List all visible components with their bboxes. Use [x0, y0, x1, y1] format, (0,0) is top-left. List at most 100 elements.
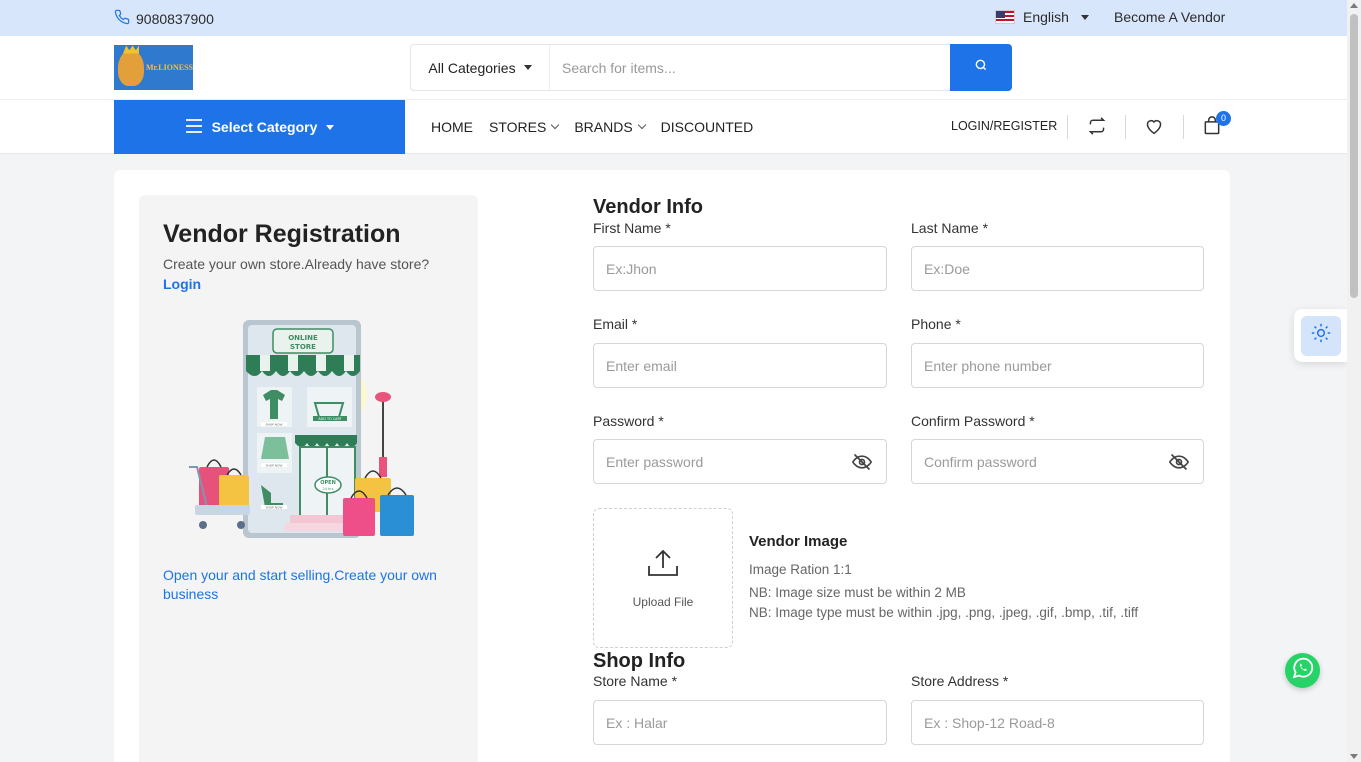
- header: Mr.LIONESS All Categories: [0, 36, 1347, 100]
- upload-file-label: Upload File: [632, 594, 694, 609]
- language-selector[interactable]: English: [995, 9, 1089, 25]
- nav-divider: [1125, 115, 1126, 139]
- language-label: English: [1023, 9, 1069, 25]
- store-address-field: [911, 700, 1204, 745]
- confirm-password-label: Confirm Password *: [911, 413, 1035, 429]
- caret-down-icon: [1080, 14, 1089, 20]
- search-input[interactable]: [550, 45, 950, 90]
- email-input[interactable]: [594, 344, 886, 387]
- scroll-up-arrow-icon[interactable]: [1350, 3, 1358, 8]
- phone-field: [911, 343, 1204, 388]
- page-scrollbar[interactable]: [1347, 0, 1361, 762]
- site-logo[interactable]: Mr.LIONESS: [114, 45, 193, 90]
- us-flag-icon: [995, 10, 1015, 24]
- chevron-down-icon: [551, 120, 560, 130]
- top-bar: 9080837900 English Become A Vendor: [0, 0, 1347, 36]
- sun-icon: [1311, 323, 1331, 348]
- page-subtitle: Create your own store.Already have store…: [163, 256, 430, 272]
- vendor-image-type-note: NB: Image type must be within .jpg, .png…: [749, 605, 1139, 620]
- panel-footer-text[interactable]: Open your and start selling.Create your …: [163, 566, 463, 604]
- nav-brands-label: BRANDS: [574, 119, 633, 135]
- caret-down-icon: [326, 124, 335, 130]
- illus-store-sign-1: ONLINE: [288, 334, 318, 342]
- store-name-input[interactable]: [594, 701, 886, 744]
- main-nav: Select Category HOME STORES BRANDS DISCO…: [0, 100, 1347, 154]
- vendor-image-title: Vendor Image: [749, 533, 848, 550]
- nav-divider: [1067, 115, 1068, 139]
- store-address-input[interactable]: [912, 701, 1203, 744]
- lioness-logo-icon: [118, 49, 144, 86]
- cart-count-badge: 0: [1216, 111, 1231, 126]
- password-input[interactable]: [594, 440, 886, 483]
- search-icon: [974, 58, 988, 77]
- login-register-link[interactable]: LOGIN/REGISTER: [951, 119, 1057, 133]
- illus-add-to-cart: ADD TO CART: [318, 417, 342, 421]
- become-vendor-link[interactable]: Become A Vendor: [1114, 9, 1225, 25]
- phone-icon: [114, 9, 130, 28]
- vendor-image-upload[interactable]: Upload File: [593, 508, 733, 648]
- illus-shop-now-1: SHOP NOW: [266, 423, 283, 427]
- select-category-label: Select Category: [211, 119, 318, 135]
- select-category-button[interactable]: Select Category: [114, 100, 405, 154]
- vendor-info-title: Vendor Info: [593, 196, 703, 218]
- illus-store-sign-2: STORE: [290, 343, 316, 351]
- illus-shop-now-3: SHOP NOW: [266, 506, 283, 510]
- store-address-label: Store Address *: [911, 673, 1009, 689]
- phone-number: 9080837900: [136, 10, 214, 27]
- nav-home[interactable]: HOME: [431, 119, 473, 135]
- nav-stores[interactable]: STORES: [489, 119, 560, 135]
- whatsapp-icon: [1291, 656, 1315, 685]
- nav-discounted[interactable]: DISCOUNTED: [661, 119, 754, 135]
- email-label: Email *: [593, 316, 638, 332]
- last-name-input[interactable]: [912, 247, 1203, 290]
- phone-label: Phone *: [911, 316, 961, 332]
- page-title: Vendor Registration: [163, 220, 401, 248]
- heart-icon[interactable]: [1143, 115, 1165, 137]
- nav-divider: [1183, 115, 1184, 139]
- category-dropdown-label: All Categories: [428, 59, 516, 76]
- caret-down-icon: [523, 65, 532, 70]
- confirm-password-input[interactable]: [912, 440, 1203, 483]
- vendor-image-size-note: NB: Image size must be within 2 MB: [749, 585, 966, 600]
- eye-off-icon[interactable]: [1168, 453, 1190, 471]
- eye-off-icon[interactable]: [851, 453, 873, 471]
- logo-text: Mr.LIONESS: [145, 63, 193, 72]
- illus-shop-now-2: SHOP NOW: [266, 464, 283, 468]
- email-field: [593, 343, 887, 388]
- last-name-field: [911, 246, 1204, 291]
- vendor-image-ratio: Image Ration 1:1: [749, 562, 852, 577]
- password-field: [593, 439, 887, 484]
- scrollbar-thumb[interactable]: [1350, 14, 1358, 298]
- nav-stores-label: STORES: [489, 119, 547, 135]
- upload-icon: [646, 548, 680, 583]
- illus-open-sign-1: OPEN: [320, 480, 336, 486]
- first-name-label: First Name *: [593, 220, 671, 236]
- login-link[interactable]: Login: [163, 276, 201, 292]
- phone-contact[interactable]: 9080837900: [114, 9, 214, 28]
- store-name-label: Store Name *: [593, 673, 678, 689]
- first-name-input[interactable]: [594, 247, 886, 290]
- nav-discounted-label: DISCOUNTED: [660, 119, 754, 135]
- theme-toggle-inner: [1300, 315, 1341, 356]
- scroll-down-arrow-icon[interactable]: [1350, 754, 1358, 759]
- store-name-field: [593, 700, 887, 745]
- search-bar: All Categories: [410, 44, 1012, 91]
- nav-brands[interactable]: BRANDS: [574, 119, 646, 135]
- confirm-password-field: [911, 439, 1204, 484]
- theme-toggle[interactable]: [1294, 309, 1347, 362]
- password-label: Password *: [593, 413, 664, 429]
- phone-input[interactable]: [912, 344, 1203, 387]
- search-button[interactable]: [950, 44, 1012, 91]
- category-dropdown[interactable]: All Categories: [411, 45, 550, 90]
- first-name-field: [593, 246, 887, 291]
- menu-icon: [185, 118, 203, 137]
- nav-links: HOME STORES BRANDS DISCOUNTED: [431, 119, 753, 135]
- chevron-down-icon: [637, 120, 646, 130]
- compare-icon[interactable]: [1086, 115, 1108, 137]
- illus-open-sign-2: 24 hrs: [322, 487, 333, 491]
- last-name-label: Last Name *: [911, 220, 989, 236]
- whatsapp-button[interactable]: [1285, 653, 1320, 688]
- shop-info-title: Shop Info: [593, 650, 686, 672]
- nav-home-label: HOME: [431, 119, 473, 135]
- online-store-illustration: ONLINE STORE SHOP NOW ADD TO CART SHOP N…: [185, 315, 420, 540]
